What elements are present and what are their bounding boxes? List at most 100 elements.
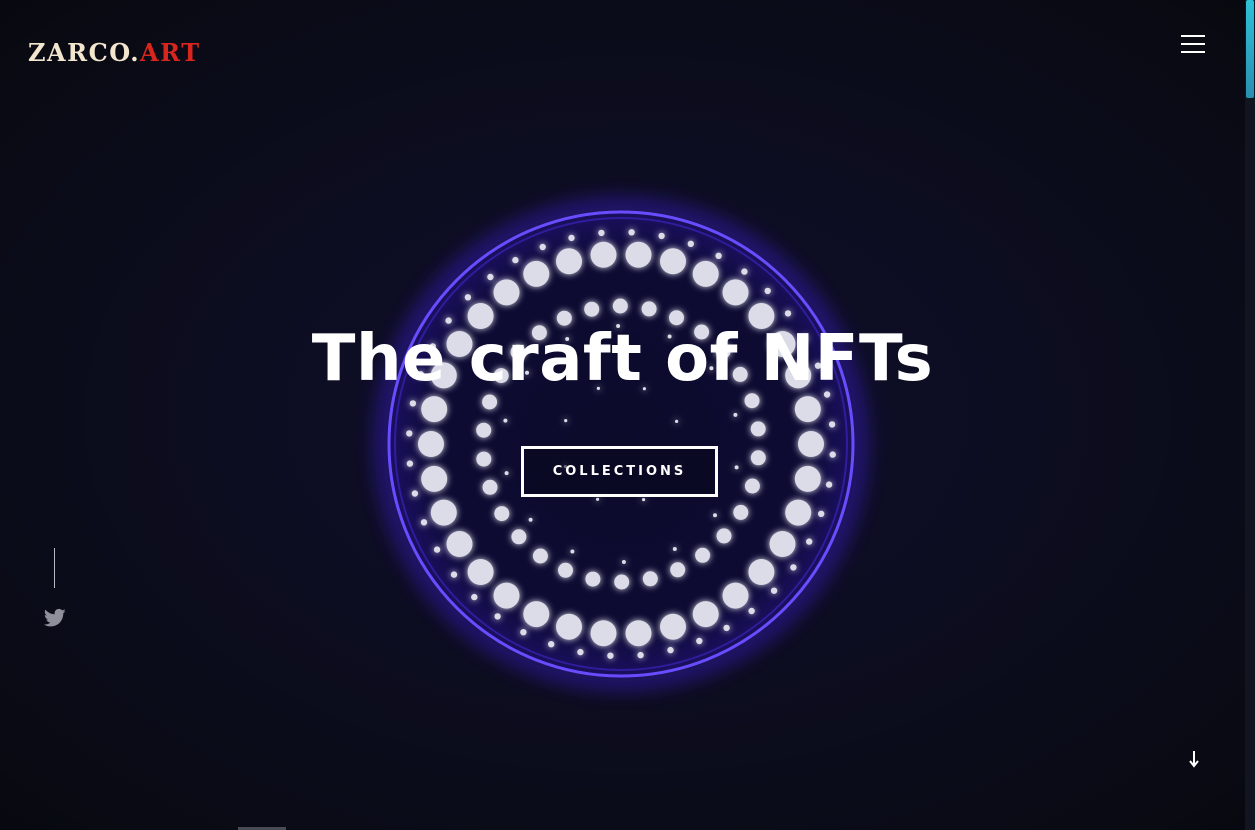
orb-body	[389, 212, 853, 676]
orb-dot	[785, 499, 812, 526]
orb-dot	[590, 241, 617, 268]
orb-dot	[642, 498, 646, 502]
orb-dot	[806, 538, 813, 545]
page-scrollbar[interactable]	[1245, 0, 1255, 830]
orb-dot	[614, 574, 630, 590]
orb-dot	[482, 394, 498, 410]
orb-dot	[733, 504, 749, 520]
orb-dot	[411, 490, 419, 497]
orb-dot	[825, 481, 833, 488]
orb-dot	[503, 418, 508, 423]
orb-dot	[494, 506, 510, 522]
orb-dot	[675, 419, 679, 423]
orb-dot	[734, 465, 739, 470]
orb-dot	[722, 279, 749, 306]
orb-dot	[764, 287, 771, 295]
orb-dot	[670, 562, 686, 578]
orb-dot	[716, 528, 732, 544]
orb-dot	[556, 248, 582, 275]
orb-dot	[556, 613, 582, 640]
orb-dot	[532, 548, 548, 564]
orb-dot	[692, 601, 719, 628]
social-divider-line	[54, 548, 55, 588]
orb-dot	[741, 268, 748, 275]
glowing-dot-ring-artwork	[376, 199, 866, 689]
orb-dot	[658, 232, 665, 240]
orb-inner-ring	[394, 217, 848, 671]
orb-dot	[798, 431, 824, 457]
orb-dot	[828, 421, 836, 428]
orb-dot	[590, 620, 617, 647]
site-logo[interactable]: ZARCO.ART	[28, 38, 201, 67]
hamburger-menu-icon[interactable]	[1178, 32, 1208, 58]
orb-dot	[692, 260, 719, 287]
orb-dot	[625, 620, 652, 647]
orb-dot	[794, 396, 821, 423]
orb-dot	[520, 629, 527, 636]
orb-dot	[446, 531, 473, 557]
orb-dot	[512, 256, 519, 264]
orb-dot	[564, 419, 568, 423]
orb-dot	[723, 624, 730, 632]
page: ZARCO.ART The craft of NFTs COLLECTIONS	[0, 0, 1255, 830]
orb-dot	[598, 229, 605, 237]
logo-accent-text: ART	[140, 38, 201, 67]
orb-dot	[713, 513, 717, 518]
orb-dot	[722, 582, 749, 609]
orb-dot	[467, 559, 494, 585]
scrollbar-thumb[interactable]	[1246, 0, 1254, 98]
orb-dot	[493, 279, 520, 306]
orb-dot	[493, 582, 520, 609]
orb-dot	[577, 648, 584, 656]
logo-main-text: ZARCO.	[28, 38, 141, 67]
orb-dot	[418, 431, 444, 457]
orb-dot	[667, 646, 674, 654]
orb-dot	[769, 531, 796, 557]
orb-dot	[558, 562, 573, 578]
orb-dot	[612, 298, 628, 314]
orb-dot	[750, 421, 766, 437]
orb-dot	[420, 519, 428, 526]
orb-dot	[628, 229, 635, 236]
orb-dot	[433, 546, 441, 553]
orb-dot	[660, 613, 686, 640]
orb-dot	[476, 451, 492, 467]
orb-dot	[584, 301, 600, 317]
orb-dot	[570, 549, 575, 554]
orb-dot	[548, 641, 555, 648]
orb-dot	[406, 430, 413, 437]
orb-dot	[430, 499, 457, 526]
orb-dot	[523, 260, 550, 287]
orb-dot	[504, 471, 509, 476]
orb-dot	[748, 607, 755, 615]
orb-dot	[695, 547, 711, 563]
orb-dot	[715, 252, 722, 259]
orb-dot	[476, 422, 492, 438]
collections-button[interactable]: COLLECTIONS	[521, 446, 718, 497]
orb-dot	[794, 465, 821, 492]
orb-dot	[818, 510, 825, 517]
orb-dot	[672, 547, 677, 551]
orb-dot	[660, 248, 686, 275]
orb-ring	[387, 210, 855, 678]
orb-dot	[409, 400, 417, 407]
orb-dot	[637, 651, 644, 659]
orb-dot	[625, 241, 652, 268]
orb-dot	[487, 273, 494, 281]
orb-dots	[406, 229, 836, 659]
orb-dot	[568, 234, 575, 242]
arrow-down-icon[interactable]	[1186, 748, 1202, 770]
orb-dot	[829, 451, 836, 458]
orb-dot	[596, 497, 600, 501]
orb-dot	[733, 412, 738, 417]
orb-dot	[748, 559, 775, 585]
twitter-bird-icon[interactable]	[43, 608, 66, 628]
orb-dot	[511, 529, 527, 545]
hero-title: The craft of NFTs	[311, 322, 934, 396]
orb-outer-glow	[376, 199, 866, 689]
orb-dot	[421, 396, 448, 423]
orb-dot	[406, 460, 414, 467]
orb-dot	[523, 601, 550, 628]
orb-dot	[482, 479, 498, 495]
orb-dot	[621, 560, 626, 564]
